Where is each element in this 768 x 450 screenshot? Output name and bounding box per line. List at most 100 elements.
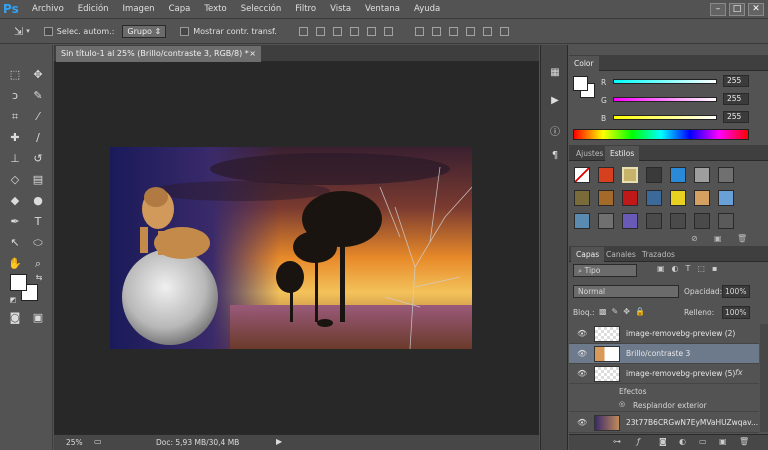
status-menu-arrow-icon[interactable]: ▶ xyxy=(276,437,282,446)
paragraph-panel-icon[interactable]: ¶ xyxy=(547,148,563,164)
effect-row[interactable]: ◎ Resplandor exterior xyxy=(569,398,759,412)
menu-vista[interactable]: Vista xyxy=(323,4,358,14)
crop-tool-icon[interactable]: ⌗ xyxy=(6,109,24,125)
align-vcenter-icon[interactable] xyxy=(315,26,325,36)
style-swatch[interactable] xyxy=(718,213,734,229)
quick-select-tool-icon[interactable]: ✎ xyxy=(29,88,47,104)
color-tab[interactable]: Color xyxy=(569,56,599,71)
visibility-eye-icon[interactable]: 👁 xyxy=(577,329,587,338)
delete-layer-icon[interactable]: 🗑 xyxy=(739,437,749,446)
auto-select-checkbox[interactable] xyxy=(43,26,53,36)
effect-visibility-eye-icon[interactable]: ◎ xyxy=(619,400,625,408)
style-swatch[interactable] xyxy=(574,167,590,183)
eyedropper-tool-icon[interactable]: ⁄ xyxy=(29,109,47,125)
lock-icons[interactable]: ▩✎✥🔒 xyxy=(599,307,650,316)
layer-filter-dropdown[interactable]: ⌕ Tipo xyxy=(573,264,637,277)
r-slider[interactable] xyxy=(613,79,717,84)
blur-tool-icon[interactable]: ◆ xyxy=(6,193,24,209)
quick-mask-icon[interactable]: ◙ xyxy=(6,310,24,326)
style-swatch[interactable] xyxy=(574,190,590,206)
channels-tab[interactable]: Canales xyxy=(601,247,641,262)
menu-capa[interactable]: Capa xyxy=(162,4,198,14)
distribute-hcenter-icon[interactable] xyxy=(482,26,492,36)
style-swatch[interactable] xyxy=(670,213,686,229)
menu-archivo[interactable]: Archivo xyxy=(25,4,71,14)
layer-effects-icon[interactable]: fx xyxy=(735,368,743,377)
style-swatch[interactable] xyxy=(622,213,638,229)
style-swatch[interactable] xyxy=(598,190,614,206)
visibility-eye-icon[interactable]: 👁 xyxy=(577,349,587,358)
marquee-tool-icon[interactable]: ⬚ xyxy=(6,67,24,83)
healing-brush-icon[interactable]: ✚ xyxy=(6,130,24,146)
style-swatch[interactable] xyxy=(670,167,686,183)
fill-field[interactable]: 100% xyxy=(722,306,750,319)
move-tool-icon[interactable]: ✥ xyxy=(29,67,47,83)
r-value-field[interactable]: 255 xyxy=(723,75,749,87)
eraser-tool-icon[interactable]: ◇ xyxy=(6,172,24,188)
swap-colors-icon[interactable]: ⇆ xyxy=(30,270,48,286)
show-transform-checkbox[interactable] xyxy=(180,26,190,36)
link-layers-icon[interactable]: ⊶ xyxy=(613,437,621,446)
style-swatch[interactable] xyxy=(646,190,662,206)
style-swatch[interactable] xyxy=(598,167,614,183)
tool-preset-chevron-icon[interactable]: ▾ xyxy=(26,27,30,35)
hand-tool-icon[interactable]: ✋ xyxy=(6,256,24,272)
b-value-field[interactable]: 255 xyxy=(723,111,749,123)
color-fg-swatch[interactable] xyxy=(573,76,588,91)
style-swatch[interactable] xyxy=(694,167,710,183)
layer-row[interactable]: 👁 image-removebg-preview (5) fx xyxy=(569,364,759,384)
style-swatch[interactable] xyxy=(598,213,614,229)
blend-mode-dropdown[interactable]: Normal xyxy=(573,285,679,298)
brush-tool-icon[interactable]: ∕ xyxy=(29,130,47,146)
layers-scrollbar[interactable] xyxy=(760,324,768,432)
paths-tab[interactable]: Trazados xyxy=(637,247,680,262)
canvas-area[interactable] xyxy=(54,62,539,434)
lasso-tool-icon[interactable]: ↄ xyxy=(6,88,24,104)
style-swatch[interactable] xyxy=(574,213,590,229)
distribute-top-icon[interactable] xyxy=(414,26,424,36)
document-tab[interactable]: Sin título-1 al 25% (Brillo/contraste 3,… xyxy=(56,46,261,62)
history-brush-icon[interactable]: ↺ xyxy=(29,151,47,167)
align-left-icon[interactable] xyxy=(349,26,359,36)
status-icon[interactable]: ▭ xyxy=(94,437,102,446)
style-swatch[interactable] xyxy=(622,167,638,183)
info-panel-icon[interactable]: ⓘ xyxy=(547,125,563,141)
style-swatch[interactable] xyxy=(622,190,638,206)
foreground-color-swatch[interactable] xyxy=(10,274,27,291)
b-slider[interactable] xyxy=(613,115,717,120)
align-right-icon[interactable] xyxy=(383,26,393,36)
add-mask-icon[interactable]: ◙ xyxy=(659,437,667,446)
screen-mode-icon[interactable]: ▣ xyxy=(29,310,47,326)
minimize-button[interactable]: – xyxy=(710,2,726,16)
close-tab-icon[interactable]: × xyxy=(249,46,256,62)
opacity-field[interactable]: 100% xyxy=(722,285,750,298)
visibility-eye-icon[interactable]: 👁 xyxy=(577,369,587,378)
distribute-vcenter-icon[interactable] xyxy=(431,26,441,36)
close-window-button[interactable]: ✕ xyxy=(748,2,764,16)
delete-style-icon[interactable]: 🗑 xyxy=(737,234,747,243)
style-swatch[interactable] xyxy=(694,190,710,206)
align-bottom-icon[interactable] xyxy=(332,26,342,36)
maximize-button[interactable]: □ xyxy=(729,2,745,16)
style-swatch[interactable] xyxy=(718,167,734,183)
styles-tab[interactable]: Estilos xyxy=(605,146,640,161)
layer-row[interactable]: 👁 image-removebg-preview (2) xyxy=(569,324,759,344)
clone-stamp-icon[interactable]: ⊥ xyxy=(6,151,24,167)
actions-panel-icon[interactable]: ▶ xyxy=(547,93,563,109)
g-slider[interactable] xyxy=(613,97,717,102)
gradient-tool-icon[interactable]: ▤ xyxy=(29,172,47,188)
new-layer-icon[interactable]: ▣ xyxy=(719,437,727,446)
g-value-field[interactable]: 255 xyxy=(723,93,749,105)
history-panel-icon[interactable]: ▦ xyxy=(547,65,563,81)
menu-imagen[interactable]: Imagen xyxy=(116,4,162,14)
move-tool-icon[interactable]: ⇲ xyxy=(14,25,23,38)
zoom-level[interactable]: 25% xyxy=(66,438,83,447)
type-tool-icon[interactable]: T xyxy=(29,214,47,230)
style-swatch[interactable] xyxy=(718,190,734,206)
adjustments-tab[interactable]: Ajustes xyxy=(571,146,608,161)
menu-ayuda[interactable]: Ayuda xyxy=(407,4,447,14)
auto-select-dropdown[interactable]: Grupo ⇕ xyxy=(122,24,167,38)
menu-texto[interactable]: Texto xyxy=(197,4,233,14)
align-top-icon[interactable] xyxy=(298,26,308,36)
add-style-icon[interactable]: ƒ xyxy=(637,437,640,446)
